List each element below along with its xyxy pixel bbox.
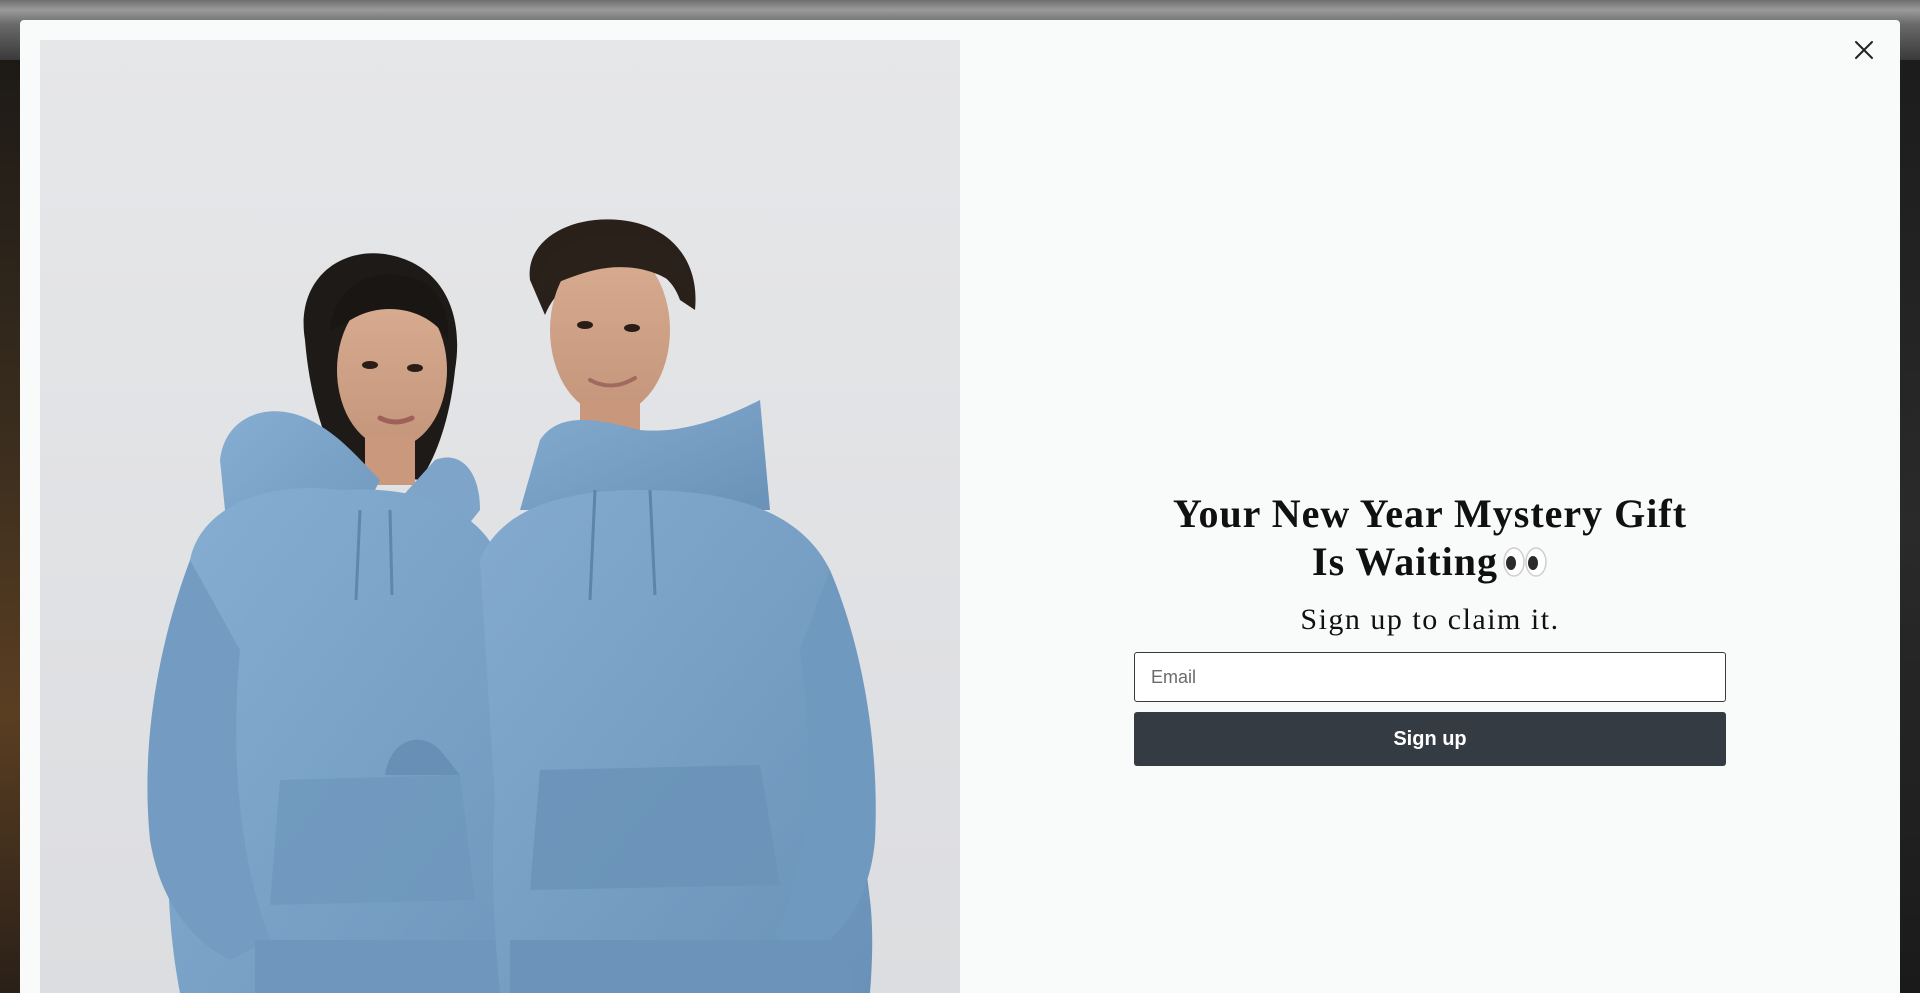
popup-subheadline: Sign up to claim it. xyxy=(1300,603,1560,636)
email-input[interactable] xyxy=(1134,652,1726,702)
page-backdrop-right xyxy=(1898,60,1920,993)
promo-image xyxy=(40,40,960,993)
popup-headline: Your New Year Mystery Gift Is Waiting xyxy=(960,490,1900,586)
headline-line-2: Is Waiting xyxy=(1312,539,1498,584)
signup-popup: Your New Year Mystery Gift Is Waiting Si… xyxy=(20,20,1900,993)
signup-form-panel: Your New Year Mystery Gift Is Waiting Si… xyxy=(960,20,1900,993)
page-backdrop-left xyxy=(0,60,22,993)
signup-button[interactable]: Sign up xyxy=(1134,712,1726,766)
headline-line-1: Your New Year Mystery Gift xyxy=(1172,491,1688,536)
eyes-icon xyxy=(1503,547,1547,577)
models-illustration xyxy=(40,40,960,993)
headline-line-2-wrap: Is Waiting xyxy=(960,538,1900,586)
